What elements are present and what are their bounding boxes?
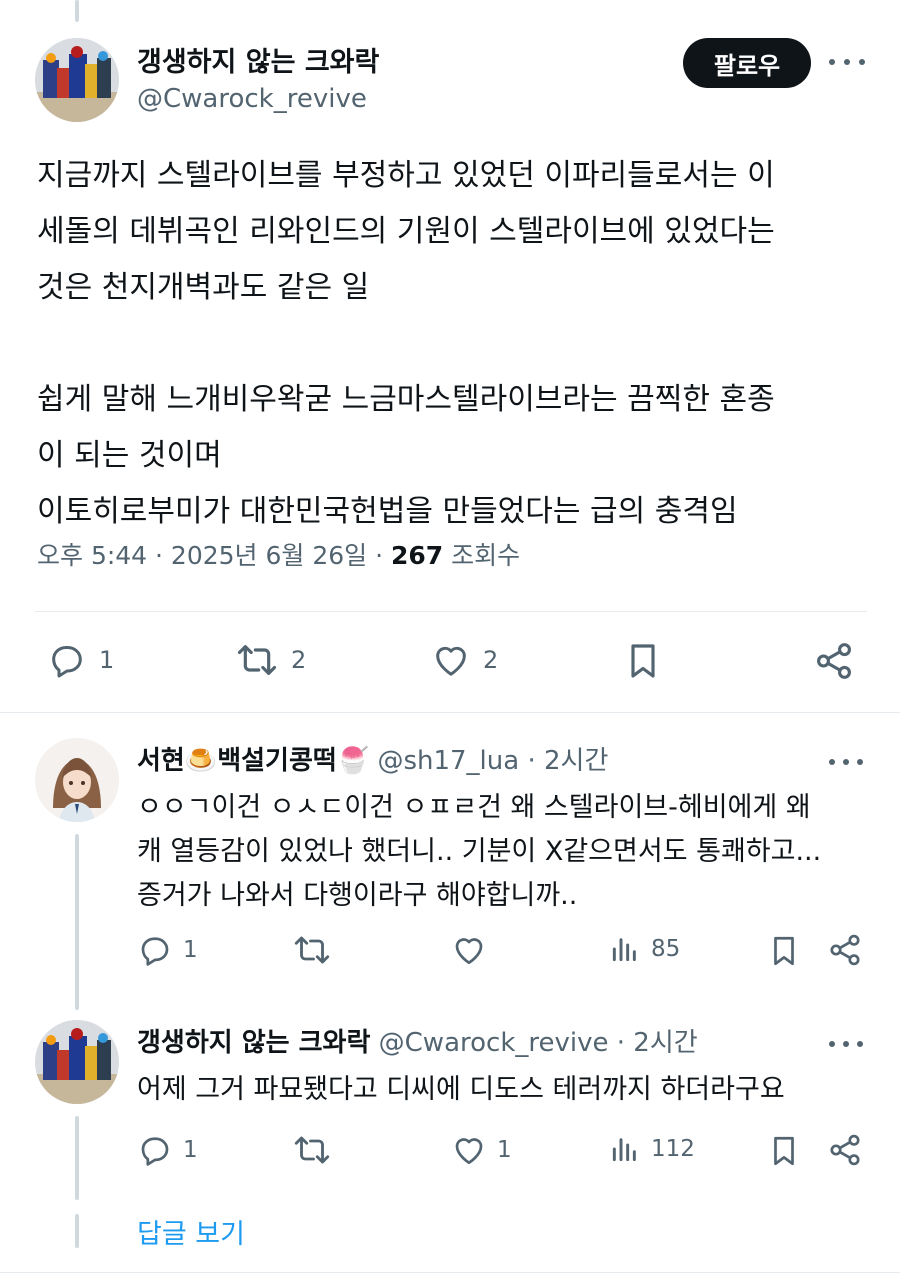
share-icon (817, 643, 851, 679)
bookmark-icon (631, 644, 655, 678)
like-button[interactable]: 1 (451, 1132, 512, 1168)
views-label: 조회수 (451, 541, 521, 570)
bookmark-button[interactable] (767, 1132, 801, 1170)
reply-text: ㅇㅇㄱ이건 ㅇㅅㄷ이건 ㅇㅍㄹ건 왜 스텔라이브-헤비에게 왜 캐 열등감이 있… (137, 792, 822, 911)
like-button[interactable]: 2 (431, 640, 498, 680)
share-button[interactable] (813, 640, 855, 682)
reply-count: 1 (183, 937, 198, 963)
avatar-figures-image (35, 38, 119, 122)
reply-item: 서현🍮백설기콩떡🍧 @sh17_lua · 2시간 ㅇㅇㄱ이건 ㅇㅅㄷ이건 ㅇㅍ… (35, 738, 867, 1010)
bookmark-button[interactable] (767, 932, 801, 970)
share-icon (830, 934, 860, 966)
reply-author-name[interactable]: 갱생하지 않는 크와락 (137, 1028, 370, 1058)
views-count: 267 (391, 541, 444, 570)
avatar-anime-girl-image (35, 738, 119, 822)
more-options-icon[interactable] (829, 752, 863, 772)
reply-icon (52, 646, 82, 678)
bookmark-icon (774, 1136, 794, 1166)
reply-icon (141, 1137, 169, 1166)
view-replies-link[interactable]: 답글 보기 (137, 1212, 245, 1251)
share-button[interactable] (827, 1132, 863, 1168)
post-timestamp[interactable]: 오후 5:44 · 2025년 6월 26일 · (37, 541, 383, 570)
heart-icon (455, 1138, 483, 1165)
post-text: 지금까지 스텔라이브를 부정하고 있었던 이파리들로서는 이 세돌의 데뷔곡인 … (37, 158, 775, 529)
reply-item: 갱생하지 않는 크와락 @Cwarock_revive · 2시간 어제 그거 … (35, 1020, 867, 1200)
repost-button[interactable] (292, 932, 342, 968)
bookmark-button[interactable] (623, 640, 663, 682)
repost-button[interactable] (292, 1132, 342, 1168)
divider (35, 611, 867, 612)
heart-icon (436, 646, 466, 676)
more-options-icon[interactable] (829, 1034, 863, 1054)
views-count: 85 (651, 936, 681, 962)
share-icon (830, 1134, 860, 1166)
repost-icon (294, 936, 330, 964)
share-button[interactable] (827, 932, 863, 968)
views-button[interactable]: 85 (609, 932, 680, 966)
reply-text: 어제 그거 파묘됐다고 디씨에 디도스 테러까지 하더라구요 (137, 1074, 785, 1105)
reply-button[interactable]: 1 (137, 932, 198, 968)
repost-icon (237, 645, 277, 675)
main-post-header: 갱생하지 않는 크와락 @Cwarock_revive 팔로우 (35, 38, 865, 122)
reply-action-bar: 1 85 (137, 932, 867, 972)
reply-author-handle[interactable]: @Cwarock_revive · 2시간 (379, 1028, 698, 1058)
author-handle[interactable]: @Cwarock_revive (137, 84, 367, 114)
repost-icon (294, 1136, 330, 1164)
reply-action-bar: 1 1 112 (137, 1132, 867, 1172)
repost-button[interactable]: 2 (235, 640, 306, 680)
like-count: 1 (497, 1137, 512, 1163)
post-meta: 오후 5:44 · 2025년 6월 26일 · 267 조회수 (37, 536, 520, 572)
avatar[interactable] (35, 38, 119, 122)
avatar-figures-image (35, 1020, 119, 1104)
like-count: 2 (483, 646, 499, 674)
reply-count: 1 (99, 646, 115, 674)
avatar[interactable] (35, 738, 119, 822)
divider (0, 1272, 900, 1273)
reply-header: 갱생하지 않는 크와락 @Cwarock_revive · 2시간 (137, 1022, 698, 1059)
follow-button[interactable]: 팔로우 (683, 38, 811, 88)
divider (0, 712, 900, 713)
reply-author-handle[interactable]: @sh17_lua · 2시간 (377, 746, 608, 776)
analytics-icon (612, 938, 636, 962)
thread-connector-top (75, 0, 79, 22)
reply-button[interactable]: 1 (137, 1132, 198, 1168)
repost-count: 2 (291, 646, 307, 674)
analytics-icon (612, 1138, 636, 1162)
author-name[interactable]: 갱생하지 않는 크와락 (137, 40, 379, 79)
thread-connector (75, 1214, 79, 1248)
bookmark-icon (774, 936, 794, 966)
more-options-icon[interactable] (829, 52, 865, 72)
heart-icon (455, 938, 483, 965)
post-action-bar: 1 2 2 (37, 640, 859, 686)
thread-connector (75, 834, 79, 1010)
reply-button[interactable]: 1 (47, 640, 114, 680)
views-button[interactable]: 112 (609, 1132, 695, 1166)
reply-header: 서현🍮백설기콩떡🍧 @sh17_lua · 2시간 (137, 740, 608, 777)
like-button[interactable] (451, 932, 497, 968)
reply-icon (141, 937, 169, 966)
avatar[interactable] (35, 1020, 119, 1104)
reply-author-name[interactable]: 서현🍮백설기콩떡🍧 (137, 746, 369, 776)
reply-count: 1 (183, 1137, 198, 1163)
views-count: 112 (651, 1136, 695, 1162)
thread-connector (75, 1116, 79, 1200)
